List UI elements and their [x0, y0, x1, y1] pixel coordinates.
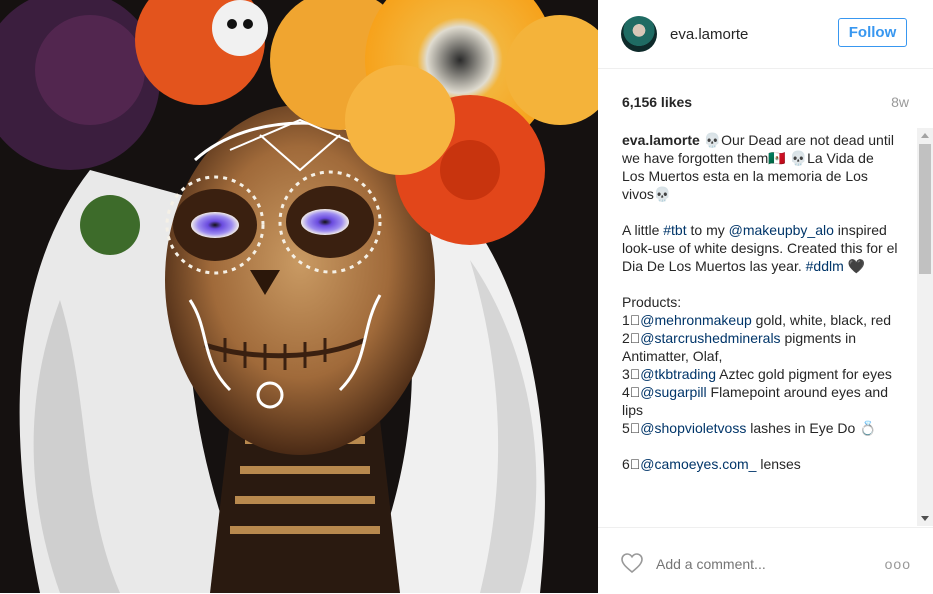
caption-paragraph-2: A little #tbt to my @makeupby_alo inspir… [622, 221, 898, 275]
mention-link[interactable]: @mehronmakeup [640, 312, 752, 328]
item-number: 4⃣ [622, 384, 641, 400]
hashtag-link[interactable]: #ddlm [806, 258, 844, 274]
likes-count[interactable]: 6,156 likes [622, 94, 692, 110]
item-number: 3⃣ [622, 366, 641, 382]
caption-text: 🖤 [843, 258, 866, 274]
scroll-down-arrow-icon[interactable] [921, 516, 929, 521]
product-item: 3⃣@tkbtrading Aztec gold pigment for eye… [622, 365, 898, 383]
product-item: 1⃣@mehronmakeup gold, white, black, red [622, 311, 898, 329]
caption-text: to my [686, 222, 729, 238]
item-text: Aztec gold pigment for eyes [716, 366, 892, 382]
product-item: 2⃣@starcrushedminerals pigments in Antim… [622, 329, 898, 365]
item-text: lashes in Eye Do 💍 [746, 420, 877, 436]
mention-link[interactable]: @tkbtrading [640, 366, 716, 382]
product-item: 5⃣@shopvioletvoss lashes in Eye Do 💍 [622, 419, 898, 437]
ellipsis-icon[interactable]: ooo [885, 556, 911, 572]
item-number: 2⃣ [622, 330, 641, 346]
avatar[interactable] [621, 16, 657, 52]
post-time[interactable]: 8w [891, 94, 909, 110]
scrollbar-thumb[interactable] [919, 144, 931, 274]
products-label: Products: [622, 294, 682, 310]
mention-link[interactable]: @camoeyes.com_ [640, 456, 756, 472]
sugar-skull-portrait-image [0, 0, 598, 593]
follow-button[interactable]: Follow [838, 18, 907, 47]
likes-row: 6,156 likes 8w [598, 94, 933, 114]
heart-outline-icon[interactable] [620, 552, 644, 579]
post-photo[interactable] [0, 0, 598, 593]
item-text: lenses [756, 456, 801, 472]
post-header: eva.lamorte Follow [598, 0, 933, 69]
product-item: 4⃣@sugarpill Flamepoint around eyes and … [622, 383, 898, 419]
mention-link[interactable]: @starcrushedminerals [640, 330, 780, 346]
comment-input[interactable] [656, 554, 856, 574]
comment-bar: ooo [598, 527, 933, 594]
username-link[interactable]: eva.lamorte [670, 26, 748, 43]
caption: eva.lamorte 💀Our Dead are not dead until… [622, 131, 898, 526]
scroll-up-arrow-icon[interactable] [921, 133, 929, 138]
caption-paragraph-1: eva.lamorte 💀Our Dead are not dead until… [622, 131, 898, 203]
mention-link[interactable]: @makeupby_alo [729, 222, 834, 238]
caption-text: A little [622, 222, 664, 238]
caption-author-link[interactable]: eva.lamorte [622, 132, 700, 148]
caption-scrollbar[interactable] [917, 128, 933, 526]
item-number: 1⃣ [622, 312, 641, 328]
mention-link[interactable]: @shopvioletvoss [640, 420, 746, 436]
item-number: 6⃣ [622, 456, 641, 472]
products-list: Products: 1⃣@mehronmakeup gold, white, b… [622, 293, 898, 473]
post-side-panel: eva.lamorte Follow 6,156 likes 8w eva.la… [598, 0, 933, 593]
item-text: gold, white, black, red [751, 312, 892, 328]
mention-link[interactable]: @sugarpill [640, 384, 706, 400]
item-number: 5⃣ [622, 420, 641, 436]
product-item: 6⃣@camoeyes.com_ lenses [622, 455, 898, 473]
hashtag-link[interactable]: #tbt [663, 222, 686, 238]
